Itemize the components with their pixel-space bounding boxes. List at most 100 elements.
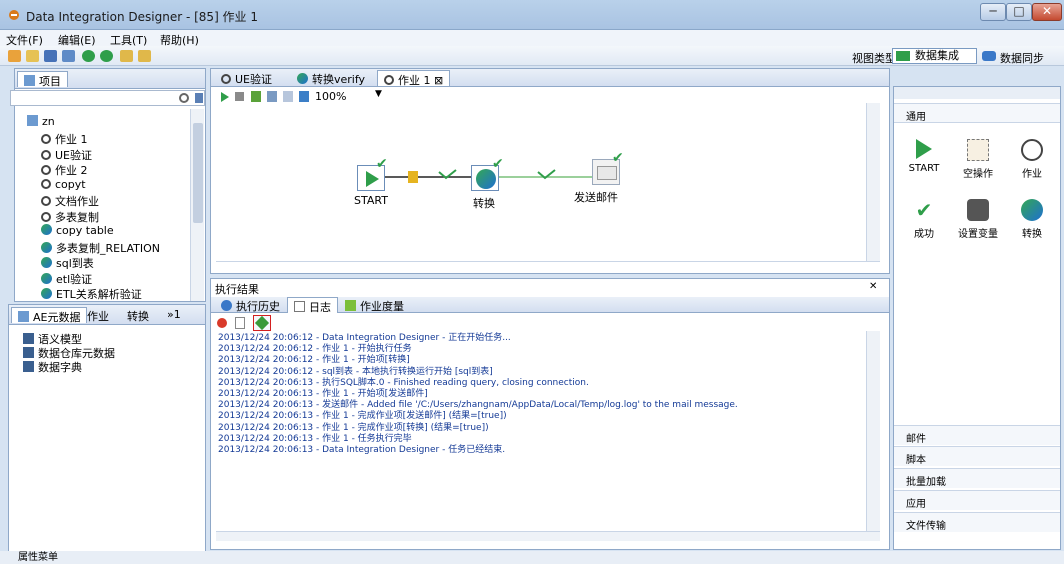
- tab-transform-verify[interactable]: 转换verify: [291, 70, 371, 86]
- tree-item-label: UE验证: [55, 148, 93, 162]
- tab-job1[interactable]: 作业 1 ⊠: [377, 70, 451, 87]
- start-icon: [366, 171, 379, 187]
- results-tabstrip: 执行历史 日志 作业度量: [211, 297, 889, 314]
- palette-item-label: 设置变量: [958, 229, 998, 240]
- tree-item[interactable]: ETL关系解析验证: [41, 286, 142, 302]
- tab-project[interactable]: 项目: [17, 71, 68, 88]
- save-as-icon[interactable]: [62, 50, 75, 62]
- check-icon: ✔: [376, 156, 388, 172]
- open-icon[interactable]: [26, 50, 39, 62]
- title-bar: Data Integration Designer - [85] 作业 1 ─ …: [0, 0, 1064, 30]
- palette-job[interactable]: 作业: [1010, 139, 1054, 180]
- palette-success[interactable]: ✔ 成功: [902, 199, 946, 240]
- check-icon: ✔: [612, 150, 624, 166]
- log-line: 2013/12/24 20:06:13 - 发送邮件 - Added file …: [218, 400, 738, 411]
- undo-icon[interactable]: [82, 50, 95, 62]
- scrollbar-thumb[interactable]: [193, 123, 203, 223]
- tree-item[interactable]: 多表复制_RELATION: [41, 240, 160, 256]
- zoom-select[interactable]: 100%: [315, 90, 346, 103]
- chevron-down-icon[interactable]: ▼: [375, 89, 382, 99]
- tree-item[interactable]: UE验证: [41, 147, 92, 163]
- step-palette: 通用 START 空操作 作业 ✔ 成功 设置变量 转换 邮件 脚本 批量加载 …: [893, 86, 1061, 550]
- job-icon: [41, 196, 51, 206]
- export-icon[interactable]: [138, 50, 151, 62]
- tab-exec-history[interactable]: 执行历史: [215, 297, 286, 313]
- tab-overflow[interactable]: »1: [161, 307, 187, 323]
- palette-category-app[interactable]: 应用: [894, 490, 1060, 510]
- tree-item[interactable]: copy table: [41, 224, 114, 237]
- tab-history-label: 执行历史: [236, 300, 280, 313]
- tree-item[interactable]: sql到表: [41, 255, 94, 271]
- tab-ae-metadata[interactable]: AE元数据: [11, 307, 88, 324]
- log-hscroll[interactable]: [216, 531, 880, 541]
- tree-item-label: copyt: [55, 177, 86, 191]
- preview-icon[interactable]: [251, 91, 261, 102]
- lock-icon: [408, 171, 418, 183]
- palette-category-file-transfer[interactable]: 文件传输: [894, 512, 1060, 532]
- stop-icon[interactable]: [235, 92, 244, 101]
- canvas-vscroll[interactable]: [866, 103, 880, 261]
- log-line: 2013/12/24 20:06:13 - 作业 1 - 完成作业项[发送邮件]…: [218, 411, 507, 422]
- tree-item[interactable]: 多表复制: [41, 209, 99, 225]
- run-icon[interactable]: [221, 92, 229, 102]
- tree-item-label: etl验证: [56, 272, 93, 286]
- debug-icon[interactable]: [267, 91, 277, 102]
- minimize-button[interactable]: ─: [980, 3, 1006, 21]
- image-icon[interactable]: [299, 91, 309, 102]
- palette-transform[interactable]: 转换: [1010, 199, 1054, 240]
- tree-item-label: ETL关系解析验证: [56, 288, 142, 301]
- stop-log-icon[interactable]: [217, 318, 227, 328]
- log-vscroll[interactable]: [866, 331, 880, 531]
- transform-icon: [41, 224, 52, 235]
- palette-category-mail[interactable]: 邮件: [894, 425, 1060, 445]
- tree-item[interactable]: 作业 1: [41, 131, 88, 147]
- tree-item[interactable]: 作业 2: [41, 162, 88, 178]
- redo-icon[interactable]: [100, 50, 113, 62]
- collapse-icon[interactable]: [195, 93, 203, 103]
- palette-start[interactable]: START: [902, 139, 946, 174]
- clear-log-button[interactable]: [253, 315, 271, 331]
- tree-item[interactable]: copyt: [41, 178, 86, 191]
- project-search-input[interactable]: [10, 90, 205, 106]
- success-icon: ✔: [915, 198, 933, 222]
- project-scrollbar[interactable]: [190, 109, 204, 301]
- palette-dummy[interactable]: 空操作: [956, 139, 1000, 180]
- canvas-hscroll[interactable]: [216, 261, 880, 262]
- tab-transforms[interactable]: 转换: [121, 307, 155, 323]
- close-button[interactable]: ✕: [1032, 3, 1062, 21]
- view-integration-button[interactable]: 数据集成: [892, 48, 977, 64]
- job-icon: [41, 178, 51, 189]
- tree-item[interactable]: etl验证: [41, 271, 92, 287]
- job-canvas[interactable]: ✔ START ✔ 转换 ✔ 发送邮件: [216, 103, 880, 262]
- tab-jobs[interactable]: 作业: [81, 307, 115, 323]
- maximize-button[interactable]: □: [1006, 3, 1032, 21]
- palette-item-label: 作业: [1022, 169, 1042, 180]
- copy-log-icon[interactable]: [235, 317, 245, 329]
- tab-job1-label: 作业 1 ⊠: [398, 74, 444, 87]
- palette-category-bulkload[interactable]: 批量加载: [894, 468, 1060, 488]
- tab-ue[interactable]: UE验证: [215, 70, 278, 86]
- variable-icon: [967, 199, 989, 221]
- palette-set-variable[interactable]: 设置变量: [956, 199, 1000, 240]
- tab-log[interactable]: 日志: [287, 297, 338, 314]
- metadata-item[interactable]: 数据字典: [23, 359, 82, 375]
- palette-category-script[interactable]: 脚本: [894, 446, 1060, 466]
- inspect-icon[interactable]: [283, 91, 293, 102]
- tree-item[interactable]: 文档作业: [41, 193, 99, 209]
- save-icon[interactable]: [44, 50, 57, 62]
- tree-root[interactable]: zn: [27, 115, 55, 128]
- palette-category-general[interactable]: 通用: [894, 103, 1060, 123]
- results-close-icon[interactable]: ✕: [869, 281, 877, 292]
- palette-item-label: 空操作: [963, 169, 993, 180]
- status-bar: 属性菜单: [0, 551, 1064, 564]
- log-lines: 2013/12/24 20:06:12 - Data Integration D…: [216, 331, 880, 456]
- tab-job-metrics[interactable]: 作业度量: [339, 297, 410, 313]
- log-output[interactable]: 2013/12/24 20:06:12 - Data Integration D…: [216, 331, 880, 541]
- project-tree: zn 作业 1 UE验证 作业 2 copyt 文档作业 多表复制 copy table 多表…: [23, 115, 183, 301]
- new-icon[interactable]: [8, 50, 21, 62]
- mail-icon: [597, 166, 617, 180]
- search-icon[interactable]: [179, 93, 189, 103]
- import-icon[interactable]: [120, 50, 133, 62]
- view-sync-button[interactable]: 数据同步: [982, 50, 1044, 66]
- tab-transforms-label: 转换: [127, 310, 149, 323]
